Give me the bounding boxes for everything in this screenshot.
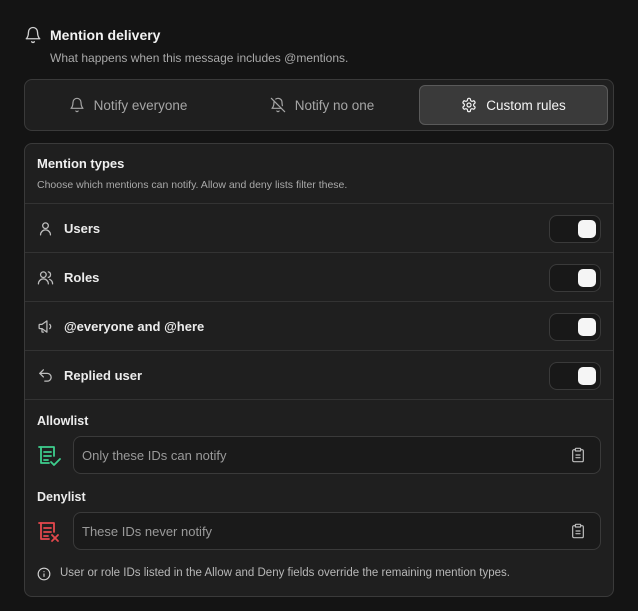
toggle-knob [578,220,596,238]
gear-icon [462,97,476,113]
custom-rules-label: Custom rules [486,97,566,113]
notify-everyone-button[interactable]: Notify everyone [31,85,225,125]
clipboard-icon[interactable] [570,523,586,539]
user-icon [37,220,54,237]
notify-no-one-label: Notify no one [294,97,375,113]
info-icon [37,567,51,581]
bell-icon [69,97,84,113]
mention-type-everyone-row: @everyone and @here [25,301,613,350]
everyone-here-label: @everyone and @here [64,319,205,334]
megaphone-icon [37,318,54,335]
mention-type-roles-row: Roles [25,252,613,301]
toggle-knob [578,318,596,336]
panel-subtitle: Choose which mentions can notify. Allow … [37,179,348,191]
everyone-here-toggle[interactable] [549,313,601,341]
roles-label: Roles [64,270,100,285]
section-title: Mention delivery [50,27,161,43]
replied-user-label: Replied user [64,368,143,383]
toggle-knob [578,269,596,287]
info-text: User or role IDs listed in the Allow and… [60,567,510,579]
clipboard-icon[interactable] [570,447,586,463]
allowlist-label: Allowlist [37,414,89,428]
bell-off-icon [270,97,285,113]
custom-rules-button[interactable]: Custom rules [419,85,608,125]
list-check-icon [37,444,63,468]
roles-toggle[interactable] [549,264,601,292]
list-x-icon [37,520,63,544]
section-subtitle: What happens when this message includes … [50,51,349,65]
users-label: Users [64,221,101,236]
users-icon [37,269,54,286]
notify-everyone-label: Notify everyone [93,97,188,113]
bell-icon [24,26,42,44]
mention-type-replied-user-row: Replied user [25,350,613,399]
allowlist-input[interactable] [82,437,562,473]
panel-title: Mention types [37,156,125,171]
replied-user-toggle[interactable] [549,362,601,390]
users-toggle[interactable] [549,215,601,243]
reply-icon [37,367,54,384]
divider [25,399,613,400]
mention-types-panel: Mention types Choose which mentions can … [24,143,614,597]
denylist-label: Denylist [37,490,86,504]
denylist-field [73,512,601,550]
denylist-input[interactable] [82,513,562,549]
mention-type-users-row: Users [25,203,613,252]
notify-no-one-button[interactable]: Notify no one [225,85,419,125]
mode-selector: Notify everyone Notify no one Custom rul… [24,79,614,131]
mention-delivery-settings: Mention delivery What happens when this … [0,0,638,611]
allowlist-field [73,436,601,474]
toggle-knob [578,367,596,385]
